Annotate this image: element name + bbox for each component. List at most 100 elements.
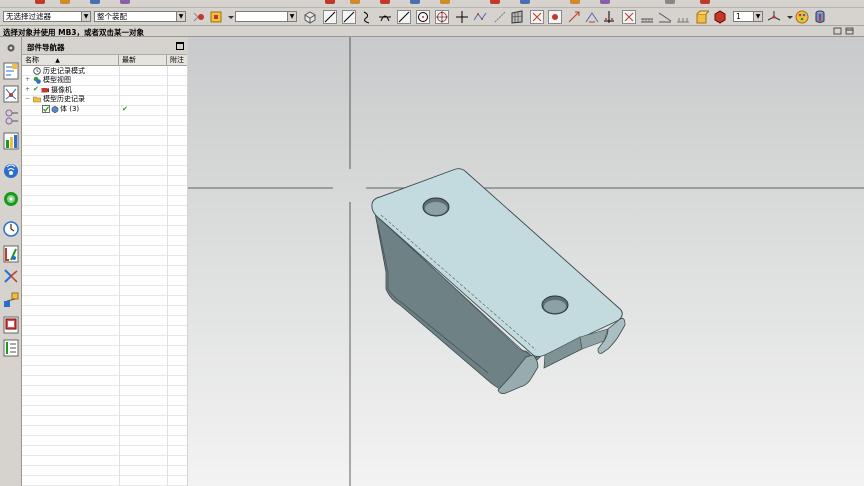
maximize-icon[interactable] bbox=[176, 42, 184, 50]
menu-icon-strip bbox=[0, 0, 864, 8]
expand-icon[interactable]: + bbox=[25, 77, 31, 83]
assembly-navigator-icon[interactable] bbox=[3, 85, 19, 103]
folder-icon bbox=[33, 95, 41, 103]
mesh-icon[interactable] bbox=[510, 10, 524, 24]
ruler-icon[interactable] bbox=[640, 10, 654, 24]
tree-item-label: 模型历史记录 bbox=[43, 95, 85, 103]
menu-icon[interactable] bbox=[520, 0, 530, 4]
constraint-icon[interactable] bbox=[3, 108, 19, 126]
settings-icon[interactable] bbox=[3, 39, 19, 52]
analysis-icon[interactable] bbox=[530, 10, 544, 24]
tree-item-model-history[interactable]: − 模型历史记录 bbox=[22, 94, 187, 104]
line-icon[interactable] bbox=[323, 10, 337, 24]
navigator-header: 部件导航器 bbox=[22, 37, 187, 55]
color-icon[interactable] bbox=[676, 10, 690, 24]
camera-icon bbox=[41, 86, 49, 94]
column-latest-label: 最新 bbox=[122, 56, 136, 64]
view-orient-icon[interactable] bbox=[303, 10, 317, 24]
menu-icon[interactable] bbox=[35, 0, 45, 4]
chevron-down-icon[interactable]: ▼ bbox=[81, 12, 90, 21]
layers-icon[interactable] bbox=[3, 316, 19, 334]
number-dropdown[interactable]: 1 ▼ bbox=[733, 11, 763, 22]
collapse-icon[interactable]: − bbox=[25, 96, 31, 102]
column-attachment-label: 附注 bbox=[170, 56, 184, 64]
display-icon[interactable] bbox=[695, 10, 709, 24]
window-controls[interactable] bbox=[832, 27, 858, 35]
snap-icon[interactable] bbox=[209, 10, 223, 24]
graphics-viewport[interactable] bbox=[188, 37, 864, 486]
column-header-attachment[interactable]: 附注 bbox=[167, 55, 187, 66]
checkmark-icon[interactable]: ✔ bbox=[33, 86, 40, 93]
roles-icon[interactable] bbox=[3, 132, 19, 150]
menu-icon[interactable] bbox=[700, 0, 710, 4]
menu-icon[interactable] bbox=[490, 0, 500, 4]
point-set-icon[interactable] bbox=[602, 10, 616, 24]
view-triad-icon[interactable] bbox=[767, 10, 781, 24]
chevron-down-icon[interactable]: ▼ bbox=[753, 12, 762, 21]
analysis-icon[interactable] bbox=[548, 10, 562, 24]
process-icon[interactable] bbox=[3, 291, 19, 309]
part-navigator-icon[interactable] bbox=[3, 62, 19, 80]
tree-item-model-views[interactable]: + 模型视图 bbox=[22, 75, 187, 85]
sheet-metal-part[interactable] bbox=[188, 37, 864, 486]
grid-icon[interactable] bbox=[622, 10, 636, 24]
checkbox-checked-icon[interactable] bbox=[42, 105, 50, 113]
latest-checkmark: ✔ bbox=[122, 105, 128, 113]
chevron-down-icon[interactable] bbox=[224, 10, 234, 24]
menu-icon[interactable] bbox=[570, 0, 580, 4]
palette-icon[interactable] bbox=[795, 10, 809, 24]
selection-toolbar: 无选择过滤器 ▼ 整个装配 ▼ ▼ 1 ▼ bbox=[0, 8, 864, 26]
palette-icon[interactable] bbox=[3, 245, 19, 263]
line-icon[interactable] bbox=[397, 10, 411, 24]
menu-icon[interactable] bbox=[60, 0, 70, 4]
arc-icon[interactable] bbox=[378, 10, 392, 24]
part-navigator-panel: 部件导航器 名称 ▲ 最新 附注 历史记录模式 + 模型视图 + ✔ 摄像机 −… bbox=[22, 37, 187, 486]
resource-bar bbox=[0, 37, 22, 486]
render-icon[interactable] bbox=[713, 10, 727, 24]
line-icon[interactable] bbox=[342, 10, 356, 24]
circle-icon[interactable] bbox=[435, 10, 449, 24]
measure-icon[interactable] bbox=[585, 10, 599, 24]
connector-icon[interactable] bbox=[493, 10, 507, 24]
tree-item-label: 模型视图 bbox=[43, 76, 71, 84]
menu-icon[interactable] bbox=[440, 0, 450, 4]
web-icon[interactable] bbox=[3, 189, 19, 207]
tree-item-body[interactable]: 体 (3) ✔ bbox=[22, 104, 187, 114]
ruler-icon[interactable] bbox=[658, 10, 672, 24]
menu-icon[interactable] bbox=[325, 0, 335, 4]
spline-icon[interactable] bbox=[473, 10, 487, 24]
layer-dropdown[interactable]: ▼ bbox=[235, 11, 297, 22]
clock-icon[interactable] bbox=[3, 219, 19, 237]
reuse-icon[interactable] bbox=[3, 267, 19, 285]
expand-icon[interactable]: + bbox=[25, 87, 31, 93]
column-header-name[interactable]: 名称 ▲ bbox=[22, 55, 119, 66]
menu-icon[interactable] bbox=[350, 0, 360, 4]
assembly-scope-dropdown[interactable]: 整个装配 ▼ bbox=[94, 11, 186, 22]
menu-icon[interactable] bbox=[410, 0, 420, 4]
circle-icon[interactable] bbox=[416, 10, 430, 24]
cylinder-icon[interactable] bbox=[813, 10, 827, 24]
menu-icon[interactable] bbox=[90, 0, 100, 4]
assembly-scope-value: 整个装配 bbox=[97, 12, 127, 21]
prompt-bar: 选择对象并使用 MB3，或者双击某一对象 bbox=[0, 26, 864, 37]
point-icon[interactable] bbox=[192, 10, 206, 24]
menu-icon[interactable] bbox=[380, 0, 390, 4]
tree-item-label: 体 (3) bbox=[60, 105, 80, 113]
history-icon[interactable] bbox=[3, 161, 19, 179]
chevron-down-icon[interactable]: ▼ bbox=[287, 12, 296, 21]
menu-icon[interactable] bbox=[600, 0, 610, 4]
navigator-title: 部件导航器 bbox=[27, 43, 65, 52]
menu-icon[interactable] bbox=[665, 0, 675, 4]
column-header-latest[interactable]: 最新 bbox=[119, 55, 167, 66]
menu-icon[interactable] bbox=[120, 0, 130, 4]
selection-filter-dropdown[interactable]: 无选择过滤器 ▼ bbox=[3, 11, 91, 22]
chevron-down-icon[interactable] bbox=[783, 10, 793, 24]
measure-icon[interactable] bbox=[567, 10, 581, 24]
curve-icon[interactable] bbox=[360, 10, 374, 24]
sort-ascending-icon: ▲ bbox=[55, 57, 60, 64]
point-set-icon[interactable] bbox=[455, 10, 469, 24]
chevron-down-icon[interactable]: ▼ bbox=[176, 12, 185, 21]
list-icon[interactable] bbox=[3, 339, 19, 357]
navigator-tree: 历史记录模式 + 模型视图 + ✔ 摄像机 − 模型历史记录 体 (3) ✔ bbox=[22, 66, 187, 486]
views-icon bbox=[33, 76, 41, 84]
